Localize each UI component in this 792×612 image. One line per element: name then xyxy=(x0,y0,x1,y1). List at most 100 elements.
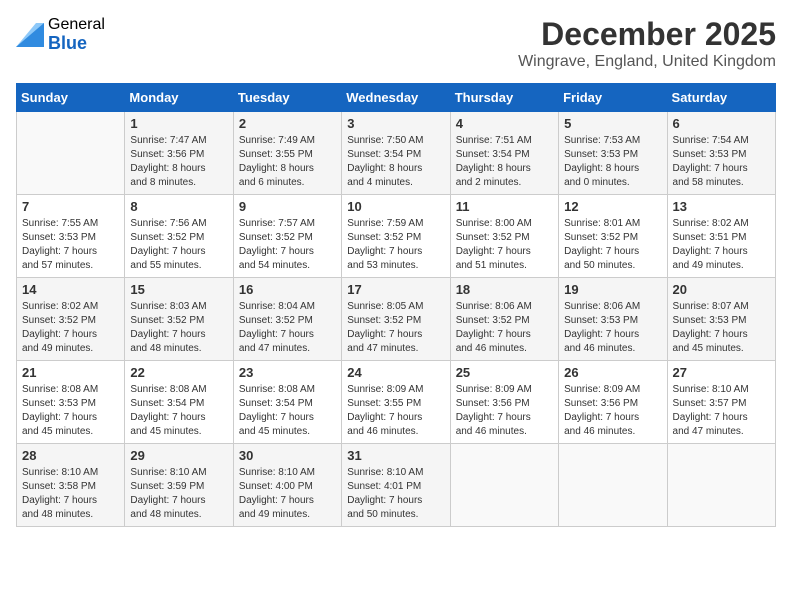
day-info: Sunrise: 8:08 AM Sunset: 3:54 PM Dayligh… xyxy=(130,383,227,439)
day-info: Sunrise: 8:10 AM Sunset: 4:00 PM Dayligh… xyxy=(239,466,336,522)
day-number: 5 xyxy=(564,116,661,131)
day-info: Sunrise: 8:03 AM Sunset: 3:52 PM Dayligh… xyxy=(130,300,227,356)
day-number: 9 xyxy=(239,199,336,214)
day-number: 4 xyxy=(456,116,553,131)
day-number: 11 xyxy=(456,199,553,214)
day-number: 21 xyxy=(22,365,119,380)
logo-blue: Blue xyxy=(48,34,105,54)
day-info: Sunrise: 8:10 AM Sunset: 3:57 PM Dayligh… xyxy=(673,383,770,439)
weekday-header-row: SundayMondayTuesdayWednesdayThursdayFrid… xyxy=(17,84,776,112)
day-number: 27 xyxy=(673,365,770,380)
day-number: 18 xyxy=(456,282,553,297)
calendar-cell: 23 Sunrise: 8:08 AM Sunset: 3:54 PM Dayli… xyxy=(233,361,341,444)
calendar-cell: 21 Sunrise: 8:08 AM Sunset: 3:53 PM Dayli… xyxy=(17,361,125,444)
weekday-header: Sunday xyxy=(17,84,125,112)
day-number: 26 xyxy=(564,365,661,380)
day-info: Sunrise: 7:47 AM Sunset: 3:56 PM Dayligh… xyxy=(130,134,227,190)
calendar-cell: 12 Sunrise: 8:01 AM Sunset: 3:52 PM Dayli… xyxy=(559,195,667,278)
calendar-cell: 22 Sunrise: 8:08 AM Sunset: 3:54 PM Dayli… xyxy=(125,361,233,444)
day-number: 31 xyxy=(347,448,444,463)
day-number: 10 xyxy=(347,199,444,214)
calendar-cell: 6 Sunrise: 7:54 AM Sunset: 3:53 PM Daylig… xyxy=(667,112,775,195)
calendar-week-row: 28Sunrise: 8:10 AM Sunset: 3:58 PM Dayli… xyxy=(17,444,776,527)
calendar-cell: 1 Sunrise: 7:47 AM Sunset: 3:56 PM Daylig… xyxy=(125,112,233,195)
page-header: General Blue December 2025 Wingrave, Eng… xyxy=(16,16,776,71)
logo: General Blue xyxy=(16,16,105,53)
calendar-week-row: 14 Sunrise: 8:02 AM Sunset: 3:52 PM Dayli… xyxy=(17,278,776,361)
day-info: Sunrise: 8:08 AM Sunset: 3:53 PM Dayligh… xyxy=(22,383,119,439)
weekday-header: Saturday xyxy=(667,84,775,112)
calendar-cell: 17Sunrise: 8:05 AM Sunset: 3:52 PM Dayli… xyxy=(342,278,450,361)
calendar-cell: 9 Sunrise: 7:57 AM Sunset: 3:52 PM Daylig… xyxy=(233,195,341,278)
calendar-cell xyxy=(17,112,125,195)
day-info: Sunrise: 8:07 AM Sunset: 3:53 PM Dayligh… xyxy=(673,300,770,356)
weekday-header: Thursday xyxy=(450,84,558,112)
calendar-table: SundayMondayTuesdayWednesdayThursdayFrid… xyxy=(16,83,776,527)
calendar-week-row: 21 Sunrise: 8:08 AM Sunset: 3:53 PM Dayli… xyxy=(17,361,776,444)
calendar-cell: 18 Sunrise: 8:06 AM Sunset: 3:52 PM Dayli… xyxy=(450,278,558,361)
day-info: Sunrise: 7:49 AM Sunset: 3:55 PM Dayligh… xyxy=(239,134,336,190)
calendar-cell: 28Sunrise: 8:10 AM Sunset: 3:58 PM Dayli… xyxy=(17,444,125,527)
day-info: Sunrise: 7:51 AM Sunset: 3:54 PM Dayligh… xyxy=(456,134,553,190)
day-info: Sunrise: 8:06 AM Sunset: 3:53 PM Dayligh… xyxy=(564,300,661,356)
weekday-header: Tuesday xyxy=(233,84,341,112)
calendar-cell: 26Sunrise: 8:09 AM Sunset: 3:56 PM Dayli… xyxy=(559,361,667,444)
day-number: 28 xyxy=(22,448,119,463)
calendar-cell: 14 Sunrise: 8:02 AM Sunset: 3:52 PM Dayli… xyxy=(17,278,125,361)
day-info: Sunrise: 7:54 AM Sunset: 3:53 PM Dayligh… xyxy=(673,134,770,190)
calendar-cell: 2Sunrise: 7:49 AM Sunset: 3:55 PM Daylig… xyxy=(233,112,341,195)
day-number: 3 xyxy=(347,116,444,131)
day-info: Sunrise: 8:02 AM Sunset: 3:52 PM Dayligh… xyxy=(22,300,119,356)
day-info: Sunrise: 7:59 AM Sunset: 3:52 PM Dayligh… xyxy=(347,217,444,273)
day-number: 29 xyxy=(130,448,227,463)
calendar-cell: 10 Sunrise: 7:59 AM Sunset: 3:52 PM Dayli… xyxy=(342,195,450,278)
day-number: 22 xyxy=(130,365,227,380)
day-info: Sunrise: 8:00 AM Sunset: 3:52 PM Dayligh… xyxy=(456,217,553,273)
calendar-cell: 20 Sunrise: 8:07 AM Sunset: 3:53 PM Dayli… xyxy=(667,278,775,361)
calendar-location: Wingrave, England, United Kingdom xyxy=(518,53,776,71)
day-number: 16 xyxy=(239,282,336,297)
day-number: 20 xyxy=(673,282,770,297)
day-info: Sunrise: 7:57 AM Sunset: 3:52 PM Dayligh… xyxy=(239,217,336,273)
calendar-cell: 13Sunrise: 8:02 AM Sunset: 3:51 PM Dayli… xyxy=(667,195,775,278)
day-info: Sunrise: 8:09 AM Sunset: 3:55 PM Dayligh… xyxy=(347,383,444,439)
title-block: December 2025 Wingrave, England, United … xyxy=(518,16,776,71)
calendar-week-row: 7Sunrise: 7:55 AM Sunset: 3:53 PM Daylig… xyxy=(17,195,776,278)
calendar-cell: 7Sunrise: 7:55 AM Sunset: 3:53 PM Daylig… xyxy=(17,195,125,278)
day-info: Sunrise: 7:56 AM Sunset: 3:52 PM Dayligh… xyxy=(130,217,227,273)
calendar-cell xyxy=(667,444,775,527)
calendar-cell: 11 Sunrise: 8:00 AM Sunset: 3:52 PM Dayli… xyxy=(450,195,558,278)
calendar-cell: 8Sunrise: 7:56 AM Sunset: 3:52 PM Daylig… xyxy=(125,195,233,278)
day-number: 19 xyxy=(564,282,661,297)
day-info: Sunrise: 7:50 AM Sunset: 3:54 PM Dayligh… xyxy=(347,134,444,190)
day-info: Sunrise: 7:53 AM Sunset: 3:53 PM Dayligh… xyxy=(564,134,661,190)
day-info: Sunrise: 8:09 AM Sunset: 3:56 PM Dayligh… xyxy=(456,383,553,439)
weekday-header: Wednesday xyxy=(342,84,450,112)
logo-text: General Blue xyxy=(48,16,105,53)
calendar-cell xyxy=(450,444,558,527)
day-info: Sunrise: 8:06 AM Sunset: 3:52 PM Dayligh… xyxy=(456,300,553,356)
weekday-header: Friday xyxy=(559,84,667,112)
calendar-cell: 5 Sunrise: 7:53 AM Sunset: 3:53 PM Daylig… xyxy=(559,112,667,195)
day-number: 30 xyxy=(239,448,336,463)
calendar-cell: 30 Sunrise: 8:10 AM Sunset: 4:00 PM Dayli… xyxy=(233,444,341,527)
calendar-cell: 24 Sunrise: 8:09 AM Sunset: 3:55 PM Dayli… xyxy=(342,361,450,444)
day-number: 23 xyxy=(239,365,336,380)
day-info: Sunrise: 8:10 AM Sunset: 4:01 PM Dayligh… xyxy=(347,466,444,522)
day-number: 1 xyxy=(130,116,227,131)
day-number: 12 xyxy=(564,199,661,214)
calendar-cell: 16Sunrise: 8:04 AM Sunset: 3:52 PM Dayli… xyxy=(233,278,341,361)
day-number: 14 xyxy=(22,282,119,297)
calendar-title: December 2025 xyxy=(518,16,776,53)
calendar-cell: 15 Sunrise: 8:03 AM Sunset: 3:52 PM Dayli… xyxy=(125,278,233,361)
day-info: Sunrise: 8:05 AM Sunset: 3:52 PM Dayligh… xyxy=(347,300,444,356)
calendar-cell xyxy=(559,444,667,527)
calendar-cell: 29Sunrise: 8:10 AM Sunset: 3:59 PM Dayli… xyxy=(125,444,233,527)
day-number: 6 xyxy=(673,116,770,131)
day-number: 24 xyxy=(347,365,444,380)
day-number: 15 xyxy=(130,282,227,297)
logo-general: General xyxy=(48,16,105,34)
day-info: Sunrise: 7:55 AM Sunset: 3:53 PM Dayligh… xyxy=(22,217,119,273)
day-info: Sunrise: 8:08 AM Sunset: 3:54 PM Dayligh… xyxy=(239,383,336,439)
day-info: Sunrise: 8:01 AM Sunset: 3:52 PM Dayligh… xyxy=(564,217,661,273)
